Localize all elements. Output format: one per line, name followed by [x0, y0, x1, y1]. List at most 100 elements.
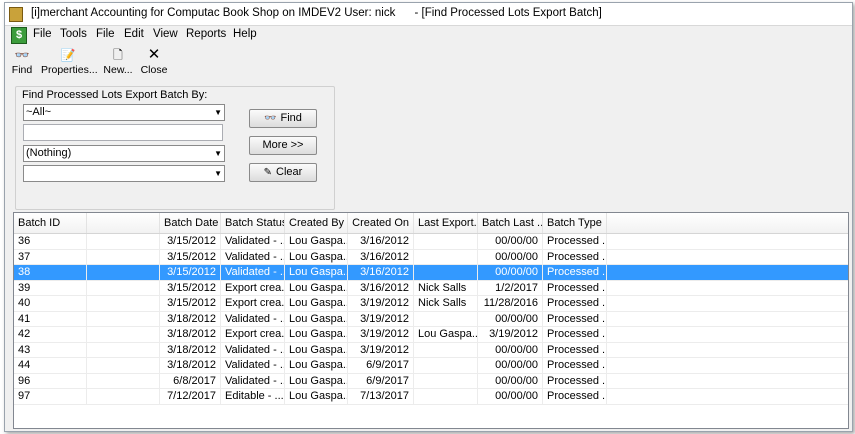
find-toolbar-label: Find	[11, 64, 33, 76]
column-header-created-on[interactable]: Created On	[348, 213, 414, 233]
cell-created-by: Lou Gaspa...	[285, 342, 348, 357]
menu-bar: $ File Tools File Edit View Reports Help	[5, 26, 852, 44]
cell-batch-id: 96	[14, 373, 87, 388]
cell-created-on: 3/19/2012	[348, 311, 414, 326]
field-select-1[interactable]: ~All~ ▼	[23, 104, 225, 121]
column-header-blank[interactable]	[87, 213, 160, 233]
mdi-child-icon[interactable]: $	[11, 27, 27, 44]
toolbar: 👓 Find 📝 Properties... 🗋 New... ✕ Close	[5, 45, 852, 85]
column-header-batch-date[interactable]: Batch Date	[160, 213, 221, 233]
clear-button-label: Clear	[276, 166, 303, 178]
dropdown-arrow-icon: ▼	[214, 108, 222, 117]
column-header-batch-type[interactable]: Batch Type	[543, 213, 607, 233]
table-row[interactable]: 42 3/18/2012 Export crea... Lou Gaspa... 3/1…	[14, 327, 848, 343]
new-document-icon: 🗋	[113, 48, 123, 62]
cell-batch-type: Processed ...	[543, 358, 607, 373]
grid-rows: 36 3/15/2012 Validated - ... Lou Gaspa... 3/…	[14, 234, 848, 405]
cell-batch-date: 3/18/2012	[160, 311, 221, 326]
menu-edit[interactable]: Edit	[124, 28, 144, 40]
search-panel: Find Processed Lots Export Batch By: ~Al…	[15, 86, 335, 210]
table-row[interactable]: 43 3/18/2012 Validated - ... Lou Gaspa... 3/…	[14, 342, 848, 358]
cell-batch-status: Export crea...	[221, 296, 285, 311]
column-header-batch-last[interactable]: Batch Last ...	[478, 213, 543, 233]
table-row[interactable]: 44 3/18/2012 Validated - ... Lou Gaspa... 6/…	[14, 358, 848, 374]
cell-blank	[87, 327, 160, 342]
table-row[interactable]: 39 3/15/2012 Export crea... Lou Gaspa... 3/1…	[14, 280, 848, 296]
cell-batch-date: 3/15/2012	[160, 296, 221, 311]
cell-batch-type: Processed ...	[543, 389, 607, 404]
table-row[interactable]: 38 3/15/2012 Validated - ... Lou Gaspa... 3/…	[14, 265, 848, 281]
cell-batch-date: 3/18/2012	[160, 358, 221, 373]
cell-blank	[87, 296, 160, 311]
menu-file[interactable]: File	[33, 28, 52, 40]
cell-created-on: 7/13/2017	[348, 389, 414, 404]
cell-created-by: Lou Gaspa...	[285, 265, 348, 280]
cell-batch-type: Processed ...	[543, 280, 607, 295]
more-button[interactable]: More >>	[249, 136, 317, 155]
find-toolbar-button[interactable]: 👓 Find	[11, 48, 33, 76]
menu-view[interactable]: View	[153, 28, 178, 40]
new-toolbar-button[interactable]: 🗋 New...	[103, 48, 133, 76]
cell-created-by: Lou Gaspa...	[285, 249, 348, 264]
cell-batch-id: 41	[14, 311, 87, 326]
cell-blank	[87, 342, 160, 357]
cell-batch-status: Validated - ...	[221, 342, 285, 357]
cell-created-by: Lou Gaspa...	[285, 311, 348, 326]
close-toolbar-button[interactable]: ✕ Close	[140, 47, 168, 76]
menu-reports[interactable]: Reports	[186, 28, 226, 40]
search-text-input[interactable]	[23, 124, 223, 141]
more-button-label: More >>	[262, 139, 304, 151]
cell-batch-status: Export crea...	[221, 327, 285, 342]
menu-tools[interactable]: Tools	[60, 28, 87, 40]
cell-created-by: Lou Gaspa...	[285, 373, 348, 388]
cell-batch-id: 40	[14, 296, 87, 311]
grid-header: Batch ID Batch Date Batch Status Created…	[14, 213, 848, 234]
cell-batch-last: 00/00/00	[478, 373, 543, 388]
search-panel-legend: Find Processed Lots Export Batch By:	[22, 89, 208, 101]
column-header-created-by[interactable]: Created By	[285, 213, 348, 233]
cell-batch-type: Processed ...	[543, 327, 607, 342]
cell-created-by: Lou Gaspa...	[285, 280, 348, 295]
cell-batch-id: 42	[14, 327, 87, 342]
cell-batch-id: 97	[14, 389, 87, 404]
cell-batch-date: 3/18/2012	[160, 342, 221, 357]
cell-batch-type: Processed ...	[543, 342, 607, 357]
column-header-last-export[interactable]: Last Export...	[414, 213, 478, 233]
cell-blank	[87, 265, 160, 280]
cell-blank	[87, 389, 160, 404]
cell-batch-id: 38	[14, 265, 87, 280]
cell-blank	[87, 280, 160, 295]
column-header-batch-status[interactable]: Batch Status	[221, 213, 285, 233]
cell-batch-type: Processed ...	[543, 373, 607, 388]
table-row[interactable]: 36 3/15/2012 Validated - ... Lou Gaspa... 3/…	[14, 234, 848, 250]
clear-button[interactable]: ✎ Clear	[249, 163, 317, 182]
cell-batch-last: 00/00/00	[478, 311, 543, 326]
table-row[interactable]: 97 7/12/2017 Editable - ... Lou Gaspa... 7/1…	[14, 389, 848, 405]
cell-last-export	[414, 373, 478, 388]
table-row[interactable]: 41 3/18/2012 Validated - ... Lou Gaspa... 3/…	[14, 311, 848, 327]
results-grid: Batch ID Batch Date Batch Status Created…	[13, 212, 849, 429]
field-select-3[interactable]: ▼	[23, 165, 225, 182]
cell-blank	[87, 358, 160, 373]
menu-help[interactable]: Help	[233, 28, 257, 40]
find-button[interactable]: 👓 Find	[249, 109, 317, 128]
table-row[interactable]: 96 6/8/2017 Validated - ... Lou Gaspa... 6/9…	[14, 373, 848, 389]
table-row[interactable]: 37 3/15/2012 Validated - ... Lou Gaspa... 3/…	[14, 249, 848, 265]
close-toolbar-label: Close	[140, 64, 168, 76]
table-row[interactable]: 40 3/15/2012 Export crea... Lou Gaspa... 3/1…	[14, 296, 848, 312]
cell-created-on: 3/16/2012	[348, 280, 414, 295]
properties-toolbar-button[interactable]: 📝 Properties...	[41, 48, 98, 76]
cell-batch-date: 3/15/2012	[160, 280, 221, 295]
cell-created-by: Lou Gaspa...	[285, 296, 348, 311]
field-select-2[interactable]: (Nothing) ▼	[23, 145, 225, 162]
cell-batch-status: Validated - ...	[221, 311, 285, 326]
column-header-batch-id[interactable]: Batch ID	[14, 213, 87, 233]
cell-batch-last: 00/00/00	[478, 265, 543, 280]
cell-created-by: Lou Gaspa...	[285, 358, 348, 373]
new-toolbar-label: New...	[103, 64, 133, 76]
cell-created-on: 6/9/2017	[348, 358, 414, 373]
cell-batch-last: 00/00/00	[478, 234, 543, 249]
cell-created-on: 3/16/2012	[348, 249, 414, 264]
menu-file-2[interactable]: File	[96, 28, 115, 40]
cell-batch-type: Processed ...	[543, 311, 607, 326]
